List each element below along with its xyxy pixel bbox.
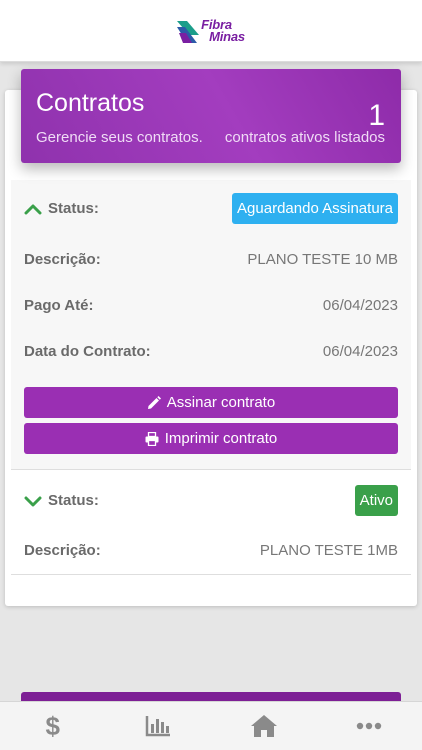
fibra-minas-logo: Fibra Minas	[177, 14, 245, 48]
tab-more[interactable]	[317, 702, 422, 750]
page-title: Contratos	[36, 89, 145, 117]
status-label: Status:	[48, 492, 99, 509]
printer-icon	[145, 431, 159, 446]
tab-home[interactable]	[211, 702, 317, 750]
logo-mark-icon	[177, 20, 200, 43]
field-label: Descrição:	[24, 250, 101, 268]
field-row: Data do Contrato: 06/04/2023	[24, 336, 398, 366]
status-badge: Ativo	[354, 485, 398, 516]
app-header: Fibra Minas	[0, 0, 422, 62]
active-contracts-label: contratos ativos listados	[224, 129, 385, 146]
sign-contract-label: Assinar contrato	[166, 394, 276, 411]
page-subtitle: Gerencie seus contratos.	[36, 129, 203, 146]
print-contract-label: Imprimir contrato	[164, 430, 278, 447]
dollar-icon: $	[45, 710, 60, 741]
field-row: Descrição: PLANO TESTE 10 MB	[24, 244, 398, 274]
field-value: 06/04/2023	[322, 342, 398, 360]
status-row[interactable]: Status: Ativo	[24, 484, 398, 517]
bar-chart-icon	[146, 716, 171, 737]
field-row: Descrição: PLANO TESTE 1MB	[24, 535, 398, 565]
home-icon	[250, 715, 277, 737]
active-contracts-count: 1	[368, 99, 385, 132]
sign-contract-button[interactable]: Assinar contrato	[24, 387, 398, 418]
field-value: PLANO TESTE 10 MB	[247, 250, 398, 268]
more-icon	[357, 722, 382, 730]
contracts-hero: Contratos Gerencie seus contratos. 1 con…	[21, 69, 401, 163]
chevron-up-icon[interactable]	[24, 203, 42, 215]
bottom-tab-bar: $	[0, 701, 422, 750]
tab-usage[interactable]	[106, 702, 212, 750]
field-label: Data do Contrato:	[24, 342, 151, 360]
field-value: PLANO TESTE 1MB	[259, 541, 398, 559]
pencil-icon	[147, 395, 161, 409]
status-label: Status:	[48, 200, 99, 217]
tab-finance[interactable]: $	[0, 702, 106, 750]
field-label: Descrição:	[24, 541, 101, 559]
print-contract-button[interactable]: Imprimir contrato	[24, 423, 398, 454]
logo-text-line2: Minas	[209, 28, 245, 44]
field-row: Pago Até: 06/04/2023	[24, 290, 398, 320]
status-badge: Aguardando Assinatura	[232, 193, 398, 224]
status-row[interactable]: Status: Aguardando Assinatura	[24, 192, 398, 225]
field-value: 06/04/2023	[322, 296, 398, 314]
field-label: Pago Até:	[24, 296, 94, 314]
chevron-down-icon[interactable]	[24, 495, 42, 507]
contract-item: Status: Aguardando Assinatura Descrição:…	[11, 180, 411, 470]
contract-item: Status: Ativo Descrição: PLANO TESTE 1MB	[11, 472, 411, 575]
